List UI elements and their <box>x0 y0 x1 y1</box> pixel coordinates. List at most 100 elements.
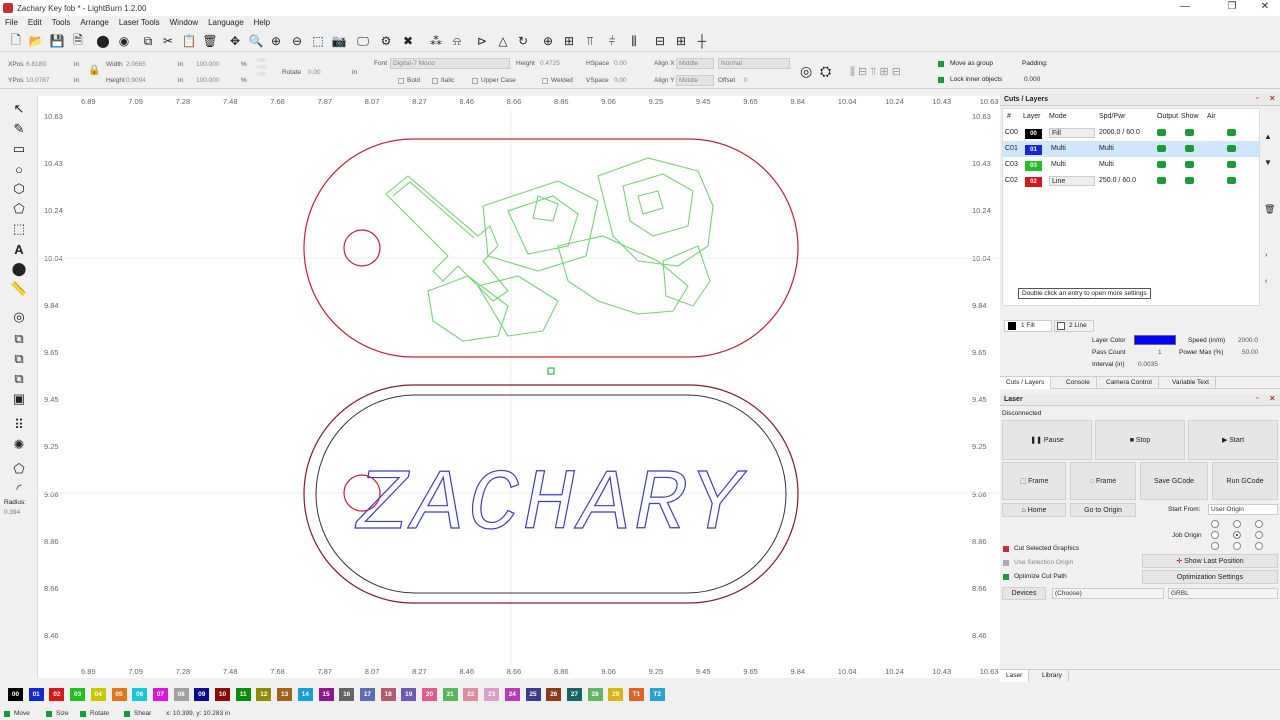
palette-color-07[interactable]: 07 <box>152 688 168 701</box>
menu-edit[interactable]: Edit <box>23 18 47 27</box>
device-select[interactable]: (Choose) <box>1052 588 1164 599</box>
rotate-mode-checkbox[interactable] <box>80 711 86 717</box>
monitor-icon[interactable]: 🖵 <box>355 33 371 49</box>
padding-value[interactable]: 0.000 <box>1024 76 1040 83</box>
settings-gear-icon[interactable]: ⚙ <box>378 33 394 49</box>
layer-row-swatch[interactable]: 02 <box>1025 177 1042 187</box>
canvas-artwork[interactable]: ZACHARY <box>38 96 1000 678</box>
palette-color-15[interactable]: 15 <box>318 688 334 701</box>
font-select[interactable]: Digital-7 Mono <box>390 58 510 69</box>
boolean-union-icon[interactable]: ⧉ <box>10 330 28 348</box>
job-origin-tc[interactable] <box>1233 520 1241 528</box>
palette-color-09[interactable]: 09 <box>194 688 210 701</box>
palette-color-19[interactable]: 19 <box>401 688 417 701</box>
job-origin-bc[interactable] <box>1233 542 1241 550</box>
palette-color-21[interactable]: 21 <box>442 688 458 701</box>
group-icon[interactable]: ⁂ <box>428 33 444 49</box>
select-arrow-icon[interactable]: ↖ <box>10 100 28 118</box>
layer-row-air-toggle[interactable] <box>1227 129 1236 136</box>
menu-arrange[interactable]: Arrange <box>75 18 113 27</box>
layer-row-mode[interactable]: Line <box>1049 176 1095 186</box>
machine-icon[interactable]: ⛭ <box>820 63 831 80</box>
palette-color-04[interactable]: 04 <box>90 688 106 701</box>
save-gcode-button[interactable]: Save GCode <box>1140 462 1208 500</box>
height-value[interactable]: 0.9094 <box>126 77 146 84</box>
maximize-button[interactable]: ❐ <box>1217 1 1247 12</box>
optimization-settings-button[interactable]: Optimization Settings <box>1142 570 1278 584</box>
grid-array-icon[interactable]: ⠿ <box>10 416 28 434</box>
preview-icon[interactable]: ◎ <box>800 63 812 80</box>
pentagon-icon[interactable]: ⬠ <box>10 200 28 218</box>
ellipse-icon[interactable]: ○ <box>10 160 28 178</box>
layer-row-mode[interactable]: Multi <box>1049 144 1095 154</box>
layer-down-icon[interactable]: ▼ <box>1264 158 1272 167</box>
job-origin-tl[interactable] <box>1211 520 1219 528</box>
minecraft-figure-artwork[interactable] <box>385 157 714 342</box>
layer-row-show-toggle[interactable] <box>1185 161 1194 168</box>
layer-row-show-toggle[interactable] <box>1185 129 1194 136</box>
align-top-icon[interactable]: ⫪ <box>582 33 598 49</box>
tab-console[interactable]: Console <box>1060 377 1097 389</box>
zoom-frame-icon[interactable]: ⬚ <box>310 33 326 49</box>
rotate-value[interactable]: 0.00 <box>308 69 321 76</box>
frame-circle-button[interactable]: ◌ Frame <box>1070 462 1136 500</box>
menu-window[interactable]: Window <box>165 18 203 27</box>
start-button[interactable]: ▶ Start <box>1188 420 1278 460</box>
bold-checkbox[interactable] <box>398 78 404 84</box>
palette-color-27[interactable]: 27 <box>566 688 582 701</box>
layer-row[interactable]: C01 01 Multi Multi <box>1003 141 1259 157</box>
rectangle-icon[interactable]: ▭ <box>10 140 28 158</box>
measure-icon[interactable]: 📏 <box>10 280 28 298</box>
palette-color-17[interactable]: 17 <box>359 688 375 701</box>
delete-icon[interactable]: 🗑 <box>202 33 218 49</box>
align-y-select[interactable]: Middle <box>676 75 714 86</box>
stop-button[interactable]: ■ Stop <box>1095 420 1185 460</box>
menu-file[interactable]: File <box>0 18 23 27</box>
welded-checkbox[interactable] <box>542 78 548 84</box>
palette-color-18[interactable]: 18 <box>380 688 396 701</box>
use-selection-origin-checkbox[interactable] <box>1003 560 1009 566</box>
palette-color-20[interactable]: 20 <box>422 688 437 701</box>
design-canvas[interactable]: 6.89 7.09 7.28 7.48 7.68 7.87 8.07 8.27 8.46 8.66… <box>38 96 1000 678</box>
power-max-value[interactable]: 50.00 <box>1242 349 1258 356</box>
layer-up-icon[interactable]: ▲ <box>1264 132 1272 141</box>
origin-grid-icon[interactable]: ○○○ ○○○ ○○○ <box>256 57 267 78</box>
job-origin-tr[interactable] <box>1255 520 1263 528</box>
home-button[interactable]: ⌂ Home <box>1002 503 1066 517</box>
keyfob-top-outline[interactable] <box>303 138 799 358</box>
tabs-tool-icon[interactable]: ⬠ <box>10 460 28 478</box>
menu-help[interactable]: Help <box>249 18 275 27</box>
layer-row-mode[interactable]: Multi <box>1049 160 1095 170</box>
layer-row-show-toggle[interactable] <box>1185 145 1194 152</box>
run-gcode-button[interactable]: Run GCode <box>1212 462 1278 500</box>
go-to-origin-button[interactable]: Go to Origin <box>1070 503 1136 517</box>
menu-tools[interactable]: Tools <box>47 18 76 27</box>
palette-color-14[interactable]: 14 <box>297 688 313 701</box>
layer-row-air-toggle[interactable] <box>1227 145 1236 152</box>
job-origin-br[interactable] <box>1255 542 1263 550</box>
radius-tool-icon[interactable]: ◜ <box>10 480 28 498</box>
hspace-value[interactable]: 0.00 <box>614 60 627 67</box>
speed-value[interactable]: 2000.0 <box>1238 337 1258 344</box>
lock-inner-checkbox[interactable] <box>938 77 944 83</box>
layer-row-air-toggle[interactable] <box>1227 161 1236 168</box>
open-folder-icon[interactable]: 📂 <box>28 33 44 49</box>
palette-color-T1[interactable]: T1 <box>629 688 644 701</box>
font-height-value[interactable]: 0.4725 <box>540 60 560 67</box>
palette-color-25[interactable]: 25 <box>525 688 541 701</box>
layer-row-output-toggle[interactable] <box>1157 129 1166 136</box>
layer-row-air-toggle[interactable] <box>1227 177 1236 184</box>
italic-checkbox[interactable] <box>432 78 438 84</box>
align-x-select[interactable]: Middle <box>676 58 714 69</box>
palette-color-23[interactable]: 23 <box>484 688 500 701</box>
arrange-h-icon[interactable]: ⊟ <box>652 33 668 49</box>
cut-icon[interactable]: ✂ <box>160 33 176 49</box>
palette-color-01[interactable]: 01 <box>28 688 44 701</box>
save-icon[interactable]: 💾 <box>49 33 65 49</box>
tools-icon[interactable]: ✖ <box>400 33 416 49</box>
zoom-out-icon[interactable]: ⊖ <box>289 33 305 49</box>
palette-color-12[interactable]: 12 <box>256 688 272 701</box>
layer-row[interactable]: C02 02 Line 250.0 / 60.0 <box>1003 173 1259 189</box>
palette-color-11[interactable]: 11 <box>235 688 251 701</box>
palette-color-13[interactable]: 13 <box>277 688 293 701</box>
